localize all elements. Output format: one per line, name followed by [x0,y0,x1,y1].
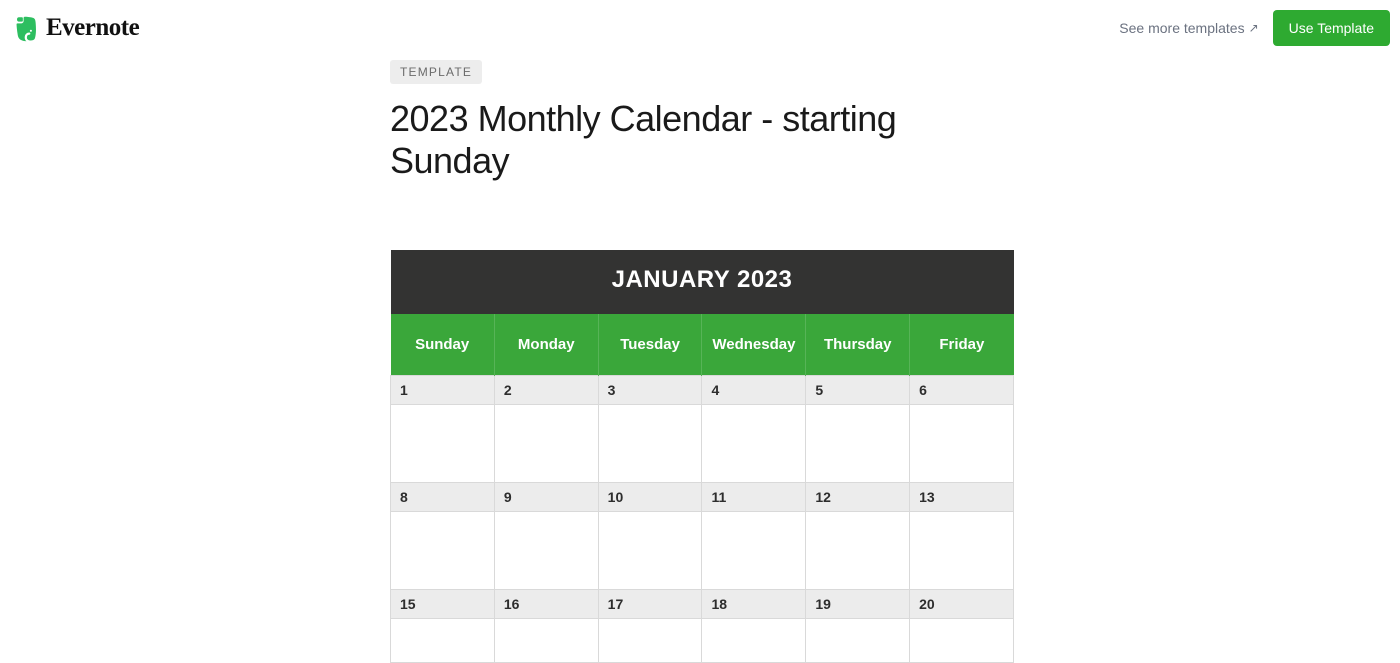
date-number-cell: 8 [391,483,495,512]
date-number-cell: 18 [702,590,806,619]
use-template-button[interactable]: Use Template [1273,10,1390,46]
date-number-cell: 19 [806,590,910,619]
date-body-cell[interactable] [910,512,1014,590]
date-number-cell: 4 [702,376,806,405]
topbar-actions: See more templates ↗ Use Template [1119,10,1390,46]
calendar-month-title: JANUARY 2023 [391,250,1014,314]
template-tag: TEMPLATE [390,60,482,84]
calendar-table: JANUARY 2023 Sunday Monday Tuesday Wedne… [390,250,1014,663]
date-number-cell: 5 [806,376,910,405]
date-number-cell: 17 [598,590,702,619]
day-header-cell: Monday [494,314,598,376]
page-title: 2023 Monthly Calendar - starting Sunday [390,98,1014,182]
calendar-body-row [391,405,1014,483]
calendar-day-header: Sunday Monday Tuesday Wednesday Thursday… [391,314,1014,376]
date-number-cell: 1 [391,376,495,405]
date-body-cell[interactable] [494,512,598,590]
topbar: Evernote See more templates ↗ Use Templa… [0,0,1400,46]
date-body-cell[interactable] [391,512,495,590]
date-body-cell[interactable] [910,619,1014,663]
date-number-cell: 6 [910,376,1014,405]
date-body-cell[interactable] [391,405,495,483]
date-number-cell: 3 [598,376,702,405]
date-number-cell: 11 [702,483,806,512]
date-number-cell: 13 [910,483,1014,512]
date-body-cell[interactable] [391,619,495,663]
calendar-body-row [391,619,1014,663]
date-body-cell[interactable] [806,405,910,483]
date-body-cell[interactable] [806,512,910,590]
content-area: TEMPLATE 2023 Monthly Calendar - startin… [390,60,1014,663]
evernote-elephant-icon [10,13,40,43]
date-body-cell[interactable] [702,512,806,590]
see-more-templates-link[interactable]: See more templates ↗ [1119,20,1258,36]
date-number-cell: 9 [494,483,598,512]
see-more-label: See more templates [1119,20,1244,36]
day-header-cell: Sunday [391,314,495,376]
date-body-cell[interactable] [494,619,598,663]
date-number-cell: 12 [806,483,910,512]
date-number-cell: 20 [910,590,1014,619]
date-body-cell[interactable] [910,405,1014,483]
brand-name: Evernote [46,14,139,42]
day-header-cell: Wednesday [702,314,806,376]
calendar-body-row [391,512,1014,590]
arrow-up-right-icon: ↗ [1249,21,1259,35]
day-header-cell: Tuesday [598,314,702,376]
date-number-cell: 16 [494,590,598,619]
day-header-cell: Thursday [806,314,910,376]
date-body-cell[interactable] [598,405,702,483]
calendar-number-row: 8 9 10 11 12 13 [391,483,1014,512]
calendar-number-row: 1 2 3 4 5 6 [391,376,1014,405]
date-body-cell[interactable] [806,619,910,663]
date-body-cell[interactable] [598,619,702,663]
date-body-cell[interactable] [598,512,702,590]
calendar-month-header: JANUARY 2023 [391,250,1014,314]
date-body-cell[interactable] [702,405,806,483]
calendar-number-row: 15 16 17 18 19 20 [391,590,1014,619]
brand[interactable]: Evernote [10,13,139,43]
date-number-cell: 15 [391,590,495,619]
date-number-cell: 10 [598,483,702,512]
date-body-cell[interactable] [494,405,598,483]
day-header-cell: Friday [910,314,1014,376]
date-number-cell: 2 [494,376,598,405]
date-body-cell[interactable] [702,619,806,663]
